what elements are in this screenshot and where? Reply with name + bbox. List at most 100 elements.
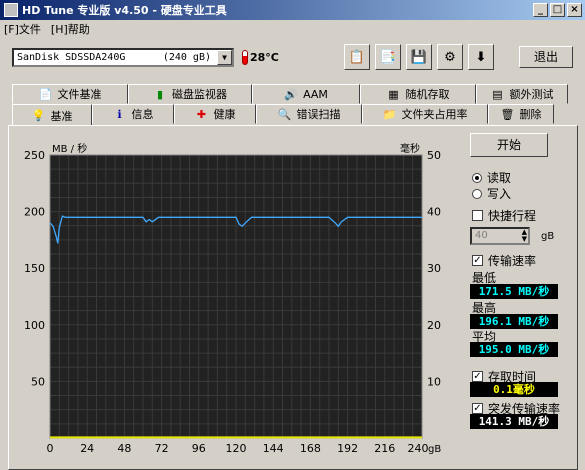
transfer-rate-checkbox[interactable]: ✓ (472, 255, 483, 266)
copy-image-icon: 📑 (379, 49, 397, 65)
tab-aam[interactable]: 🔊 AAM (252, 84, 360, 104)
write-radio[interactable] (472, 188, 482, 199)
exit-button[interactable]: 退出 (519, 46, 573, 68)
read-label: 读取 (487, 171, 512, 185)
transfer-rate-option[interactable]: ✓ 传输速率 (472, 252, 536, 269)
spinner-arrows-icon[interactable]: ▲ ▼ (522, 229, 527, 243)
access-time-value: 0.1毫秒 (470, 382, 558, 397)
title-bar: HD Tune 专业版 v4.50 - 硬盘专业工具 _ □ × (0, 0, 585, 20)
y-tick-label-left: 100 (24, 319, 45, 332)
maximize-button[interactable]: □ (550, 3, 565, 17)
y-tick-label-right: 30 (427, 262, 441, 275)
tab-row-top: 📄 文件基准 ▮ 磁盘监视器 🔊 AAM ▦ 随机存取 ▤ 额外测试 (12, 84, 568, 104)
drive-size: (240 gB) (162, 52, 211, 63)
temperature-display: 28°C (242, 50, 279, 65)
thermometer-icon (242, 50, 248, 65)
tab-info[interactable]: ℹ 信息 (92, 104, 174, 124)
burst-rate-checkbox[interactable]: ✓ (472, 403, 483, 414)
x-axis-unit: gB (428, 444, 441, 455)
read-option[interactable]: 读取 (472, 169, 511, 186)
menu-help[interactable]: [H]帮助 (51, 21, 90, 37)
tab-label: 额外测试 (509, 88, 554, 101)
drive-name: SanDisk SDSSDA240G (17, 52, 126, 63)
minimize-button[interactable]: _ (533, 3, 548, 17)
y-axis-label-right: 毫秒 (400, 142, 420, 155)
x-tick-label: 24 (80, 442, 94, 455)
drive-select[interactable]: SanDisk SDSSDA240G (240 gB) ▼ (12, 48, 234, 67)
file-benchmark-icon: 📄 (38, 87, 53, 101)
save-button[interactable]: 💾 (406, 44, 432, 70)
tab-label: 文件夹占用率 (401, 108, 468, 121)
y-tick-label-left: 200 (24, 206, 45, 219)
toolbar: SanDisk SDSSDA240G (240 gB) ▼ 28°C 📋 📑 💾… (0, 40, 585, 76)
tab-extra-tests[interactable]: ▤ 额外测试 (476, 84, 568, 104)
tab-label: 随机存取 (405, 88, 450, 101)
copy-text-button[interactable]: 📋 (344, 44, 370, 70)
tab-label: 信息 (131, 108, 154, 121)
y-tick-label-right: 50 (427, 149, 441, 162)
health-icon: ✚ (196, 107, 207, 121)
y-tick-label-left: 50 (31, 375, 45, 388)
erase-icon: 🗑 (500, 107, 515, 121)
y-tick-label-left: 250 (24, 149, 45, 162)
write-label: 写入 (487, 187, 512, 201)
access-time-checkbox[interactable]: ✓ (472, 371, 483, 382)
close-button[interactable]: × (567, 3, 582, 17)
tab-disk-monitor[interactable]: ▮ 磁盘监视器 (128, 84, 252, 104)
tab-label: 健康 (213, 108, 236, 121)
x-tick-label: 144 (263, 442, 284, 455)
down-arrow-icon: ⬇ (475, 49, 487, 65)
copy-image-button[interactable]: 📑 (375, 44, 401, 70)
x-tick-label: 168 (300, 442, 321, 455)
minimize-to-tray-button[interactable]: ⬇ (468, 44, 494, 70)
start-button[interactable]: 开始 (470, 133, 548, 157)
tab-erase[interactable]: 🗑 删除 (488, 104, 554, 124)
tab-random-access[interactable]: ▦ 随机存取 (360, 84, 476, 104)
tab-benchmark[interactable]: 💡 基准 (12, 104, 92, 126)
y-tick-label-right: 10 (427, 375, 441, 388)
tab-row-bottom: 💡 基准 ℹ 信息 ✚ 健康 🔍 错误扫描 📁 文件夹占用率 🗑 删除 (12, 104, 554, 126)
error-scan-icon: 🔍 (277, 107, 292, 121)
temperature-value: 28°C (250, 51, 279, 64)
short-stroke-unit: gB (541, 231, 555, 242)
options-button[interactable]: ⚙ (437, 44, 463, 70)
tab-folder-usage[interactable]: 📁 文件夹占用率 (362, 104, 488, 124)
tab-label: AAM (303, 87, 328, 101)
short-stroke-spinner[interactable]: 40 ▲ ▼ (470, 227, 530, 245)
tab-error-scan[interactable]: 🔍 错误扫描 (256, 104, 362, 124)
folder-usage-icon: 📁 (382, 107, 397, 121)
save-icon: 💾 (410, 49, 428, 65)
transfer-rate-label: 传输速率 (488, 254, 537, 268)
max-value: 196.1 MB/秒 (470, 314, 558, 329)
random-access-icon: ▦ (388, 87, 399, 101)
x-tick-label: 72 (155, 442, 169, 455)
speaker-icon: 🔊 (284, 87, 298, 101)
short-stroke-value: 40 (475, 230, 488, 241)
x-tick-label: 240 (408, 442, 429, 455)
read-radio[interactable] (472, 172, 482, 183)
y-tick-label-right: 20 (427, 319, 441, 332)
tab-file-benchmark[interactable]: 📄 文件基准 (12, 84, 128, 104)
tab-health[interactable]: ✚ 健康 (174, 104, 256, 124)
short-stroke-checkbox[interactable] (472, 210, 483, 221)
x-tick-label: 120 (226, 442, 247, 455)
y-axis-label-left: MB / 秒 (52, 142, 87, 155)
tab-label: 错误扫描 (296, 108, 341, 121)
short-stroke-label: 快捷行程 (488, 209, 537, 223)
tab-label: 磁盘监视器 (172, 88, 227, 101)
disk-monitor-icon: ▮ (156, 87, 164, 101)
info-icon: ℹ (117, 107, 122, 121)
benchmark-chart: MB / 秒毫秒 250 200 150 100 50 50 40 30 20 10 0 24 48 72 9… (12, 140, 460, 460)
write-option[interactable]: 写入 (472, 185, 511, 202)
short-stroke-option[interactable]: 快捷行程 (472, 207, 536, 224)
benchmark-icon: 💡 (31, 109, 46, 122)
y-tick-label-right: 40 (427, 206, 441, 219)
y-tick-label-left: 150 (24, 262, 45, 275)
burst-rate-value: 141.3 MB/秒 (470, 414, 558, 429)
x-tick-label: 48 (117, 442, 131, 455)
menu-file[interactable]: [F]文件 (4, 21, 41, 37)
window-title: HD Tune 专业版 v4.50 - 硬盘专业工具 (22, 4, 227, 17)
dropdown-arrow-icon[interactable]: ▼ (217, 50, 232, 65)
menu-bar: [F]文件 [H]帮助 (0, 20, 585, 38)
window-controls: _ □ × (533, 3, 582, 17)
